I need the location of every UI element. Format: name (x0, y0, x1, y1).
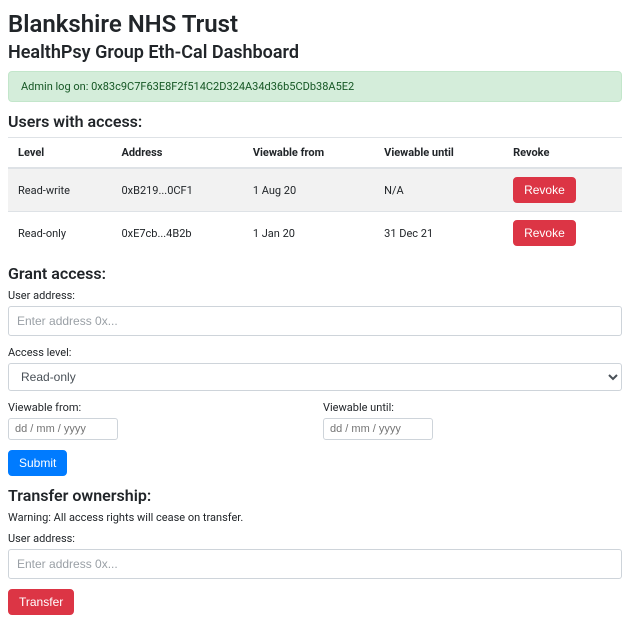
page-title: Blankshire NHS Trust (8, 10, 622, 38)
revoke-button[interactable]: Revoke (513, 220, 576, 246)
transfer-user-address-label: User address: (8, 532, 622, 545)
transfer-heading: Transfer ownership: (8, 486, 622, 505)
submit-button[interactable]: Submit (8, 450, 67, 476)
page-subtitle: HealthPsy Group Eth-Cal Dashboard (8, 42, 622, 63)
col-level: Level (8, 138, 111, 169)
grant-viewable-until-label: Viewable until: (323, 401, 622, 414)
col-viewable-until: Viewable until (374, 138, 503, 169)
cell-from: 1 Aug 20 (243, 168, 374, 212)
transfer-button[interactable]: Transfer (8, 589, 74, 615)
col-revoke: Revoke (503, 138, 622, 169)
grant-viewable-until-input[interactable] (323, 418, 433, 440)
grant-viewable-from-label: Viewable from: (8, 401, 307, 414)
grant-viewable-from-input[interactable] (8, 418, 118, 440)
users-table: Level Address Viewable from Viewable unt… (8, 137, 622, 254)
col-address: Address (111, 138, 242, 169)
cell-level: Read-write (8, 168, 111, 212)
grant-access-level-select[interactable]: Read-only (8, 363, 622, 391)
cell-address: 0xE7cb...4B2b (111, 212, 242, 255)
cell-from: 1 Jan 20 (243, 212, 374, 255)
cell-until: 31 Dec 21 (374, 212, 503, 255)
users-heading: Users with access: (8, 112, 622, 131)
col-viewable-from: Viewable from (243, 138, 374, 169)
revoke-button[interactable]: Revoke (513, 177, 576, 203)
admin-logon-banner: Admin log on: 0x83c9C7F63E8F2f514C2D324A… (8, 71, 622, 102)
table-row: Read-write 0xB219...0CF1 1 Aug 20 N/A Re… (8, 168, 622, 212)
cell-until: N/A (374, 168, 503, 212)
transfer-user-address-input[interactable] (8, 549, 622, 579)
cell-address: 0xB219...0CF1 (111, 168, 242, 212)
cell-level: Read-only (8, 212, 111, 255)
grant-user-address-input[interactable] (8, 306, 622, 336)
grant-user-address-label: User address: (8, 289, 622, 302)
grant-access-level-label: Access level: (8, 346, 622, 359)
transfer-warning: Warning: All access rights will cease on… (8, 511, 622, 524)
table-row: Read-only 0xE7cb...4B2b 1 Jan 20 31 Dec … (8, 212, 622, 255)
grant-heading: Grant access: (8, 264, 622, 283)
